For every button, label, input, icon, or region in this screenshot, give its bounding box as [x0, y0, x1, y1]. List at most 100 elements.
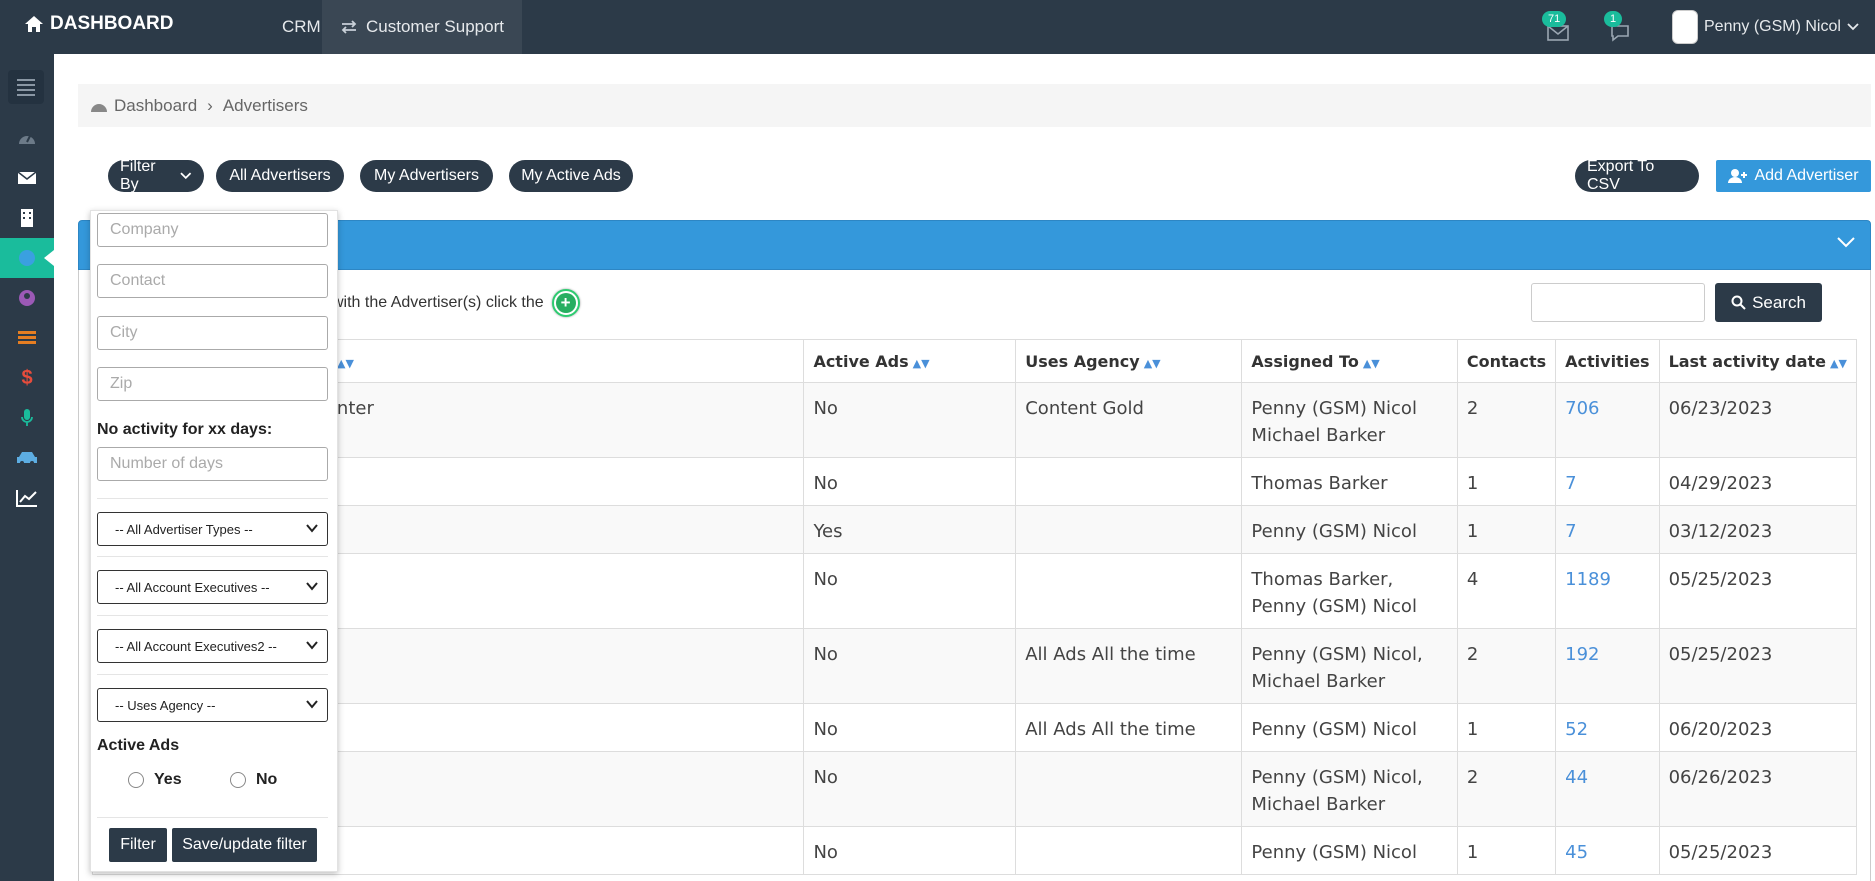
cell-last-activity-date-value: 05/25/2023 — [1668, 842, 1773, 863]
cell-activities-value[interactable]: 1189 — [1565, 569, 1611, 590]
sidebar-item-cars[interactable] — [0, 438, 54, 478]
search-button[interactable]: Search — [1715, 283, 1822, 322]
export-csv-button[interactable]: Export To CSV — [1575, 158, 1699, 193]
cell-contacts-value: 1 — [1466, 521, 1479, 542]
active-ads-label: Active Ads — [97, 737, 180, 754]
sidebar-item-contacts[interactable] — [0, 278, 54, 318]
sidebar-item-podcast[interactable] — [0, 398, 54, 438]
account-executives2-value: -- All Account Executives2 -- — [115, 638, 277, 654]
cell-last-activity-date-value: 05/25/2023 — [1668, 644, 1773, 665]
col-header-assigned-to[interactable]: Assigned To ▲▼ — [1241, 339, 1458, 383]
table-row[interactable]: Yes Penny (GSM) Nicol 1 7 03/12/2023 — [91, 505, 1858, 554]
company-input[interactable]: Company — [97, 213, 328, 247]
table-row[interactable]: ignNoPenny (GSM) Nicol14505/25/2023 — [91, 826, 1858, 875]
add-hint: with the Advertiser(s) click the + — [332, 289, 580, 317]
mail-notifications[interactable]: 71 — [1542, 11, 1570, 47]
table-row[interactable]: DistributorsNoAll Ads All the timePenny … — [91, 628, 1858, 704]
uses-agency-select[interactable]: -- Uses Agency -- — [97, 688, 328, 722]
cell-contacts: 1 — [1456, 826, 1557, 875]
nav-crm[interactable]: CRM — [282, 17, 321, 37]
col-header-uses-agency[interactable]: Uses Agency ▲▼ — [1015, 339, 1243, 383]
col-header-last-activity[interactable]: Last activity date ▲▼ — [1658, 339, 1858, 383]
search-input[interactable] — [1531, 283, 1705, 322]
table-row[interactable]: he TimeNoThomas Barker1704/29/2023 — [91, 457, 1858, 506]
advertiser-types-select[interactable]: -- All Advertiser Types -- — [97, 512, 328, 546]
sort-icon: ▲▼ — [912, 356, 930, 370]
cell-activities[interactable]: 44 — [1555, 751, 1660, 827]
sidebar-item-reports[interactable] — [0, 478, 54, 518]
radio-no-label: No — [256, 771, 278, 788]
plus-circle-icon[interactable]: + — [551, 289, 580, 317]
chat-notifications[interactable]: 1 — [1604, 11, 1632, 47]
cell-activities-value[interactable]: 52 — [1565, 719, 1588, 740]
add-advertiser-button[interactable]: Add Advertiser — [1716, 160, 1871, 192]
cell-activities[interactable]: 7 — [1555, 457, 1660, 506]
cell-activities[interactable]: 45 — [1555, 826, 1660, 875]
cell-active-ads-value: No — [813, 569, 838, 590]
zip-input[interactable]: Zip — [97, 367, 328, 401]
days-input[interactable]: Number of days — [97, 447, 328, 481]
cell-assigned-to: Thomas Barker, Penny (GSM) Nicol — [1241, 553, 1458, 629]
advertisers-table: ▲▼ Active Ads ▲▼ Uses Agency ▲▼ Assigned T… — [91, 339, 1858, 875]
envelope-icon — [17, 171, 37, 184]
table-header-row: ▲▼ Active Ads ▲▼ Uses Agency ▲▼ Assigned T… — [91, 339, 1858, 383]
cell-activities[interactable]: 7 — [1555, 505, 1660, 554]
sort-icon: ▲▼ — [1362, 356, 1380, 370]
my-active-ads-button[interactable]: My Active Ads — [509, 160, 633, 192]
chevron-down-icon — [306, 700, 318, 709]
col-header-active-ads[interactable]: Active Ads ▲▼ — [803, 339, 1017, 383]
sidebar-item-mail[interactable] — [0, 158, 54, 198]
cell-activities[interactable]: 52 — [1555, 703, 1660, 752]
active-ads-yes-radio[interactable]: Yes — [128, 771, 182, 789]
user-circle-icon — [19, 290, 35, 306]
cell-uses-agency-value: All Ads All the time — [1025, 719, 1196, 740]
table-row[interactable]: Daycare CenterNoContent GoldPenny (GSM) … — [91, 382, 1858, 458]
sidebar-item-billing[interactable]: $ — [0, 358, 54, 398]
cell-activities[interactable]: 1189 — [1555, 553, 1660, 629]
user-menu[interactable]: Penny (GSM) Nicol — [1672, 10, 1859, 44]
cell-contacts: 2 — [1456, 382, 1557, 458]
table-row[interactable]: No Thomas Barker, Penny (GSM) Nicol 4 1189 0… — [91, 553, 1858, 629]
menu-toggle-icon[interactable] — [8, 70, 44, 104]
breadcrumb-home[interactable]: Dashboard — [114, 96, 197, 116]
chevron-down-icon[interactable] — [1836, 235, 1856, 249]
breadcrumb-current: Advertisers — [222, 95, 308, 115]
cell-active-ads-value: No — [813, 644, 838, 665]
cell-activities-value[interactable]: 706 — [1565, 398, 1599, 419]
sidebar-item-dashboard[interactable] — [0, 118, 54, 158]
cell-activities-value[interactable]: 7 — [1565, 473, 1576, 494]
account-executives-select[interactable]: -- All Account Executives -- — [97, 570, 328, 604]
sidebar-item-advertisers[interactable] — [0, 238, 54, 278]
dashboard-brand[interactable]: DASHBOARD — [24, 13, 174, 35]
cell-activities-value[interactable]: 192 — [1565, 644, 1599, 665]
table-row[interactable]: No All Ads All the time Penny (GSM) Nicol 1… — [91, 703, 1858, 752]
filter-by-button[interactable]: Filter By — [108, 158, 204, 193]
nav-customer-support[interactable]: Customer Support — [322, 0, 522, 54]
cell-active-ads: No — [803, 553, 1017, 629]
cell-uses-agency — [1015, 457, 1243, 506]
cell-uses-agency: All Ads All the time — [1015, 703, 1243, 752]
cell-activities-value[interactable]: 7 — [1565, 521, 1576, 542]
my-advertisers-button[interactable]: My Advertisers — [360, 160, 493, 192]
cell-contacts-value: 2 — [1466, 644, 1479, 665]
cell-activities[interactable]: 192 — [1555, 628, 1660, 704]
filter-button[interactable]: Filter — [109, 828, 167, 862]
contact-input[interactable]: Contact — [97, 264, 328, 298]
cell-activities-value[interactable]: 45 — [1565, 842, 1588, 863]
avatar — [1672, 10, 1698, 44]
cell-assigned-to-value: Penny (GSM) Nicol Michael Barker — [1251, 398, 1417, 446]
search-icon — [1731, 295, 1746, 310]
sidebar-item-buildings[interactable] — [0, 198, 54, 238]
active-ads-no-radio[interactable]: No — [230, 771, 277, 789]
breadcrumb: Dashboard › Advertisers — [78, 84, 1871, 127]
table-row[interactable]: No Penny (GSM) Nicol, Michael Barker 2 44 06… — [91, 751, 1858, 827]
cell-uses-agency — [1015, 505, 1243, 554]
account-executives2-select[interactable]: -- All Account Executives2 -- — [97, 629, 328, 663]
cell-activities-value[interactable]: 44 — [1565, 767, 1588, 788]
save-filter-button[interactable]: Save/update filter — [172, 828, 317, 862]
cell-last-activity-date-value: 04/29/2023 — [1668, 473, 1773, 494]
all-advertisers-button[interactable]: All Advertisers — [216, 160, 344, 192]
sidebar-item-layers[interactable] — [0, 318, 54, 358]
cell-activities[interactable]: 706 — [1555, 382, 1660, 458]
city-input[interactable]: City — [97, 316, 328, 350]
